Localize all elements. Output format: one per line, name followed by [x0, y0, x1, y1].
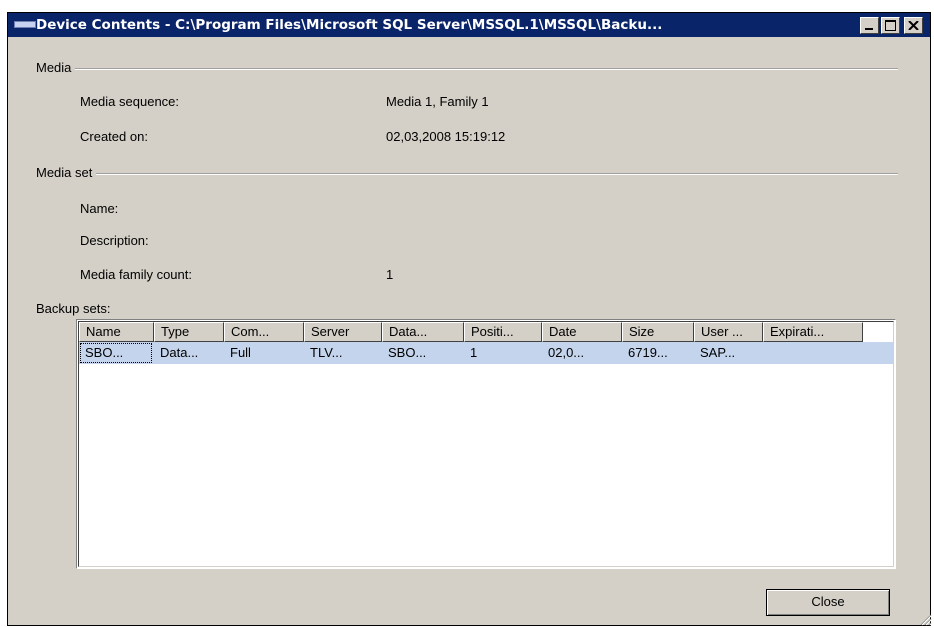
column-header[interactable]: User ...	[694, 322, 763, 342]
media-group: Media	[36, 59, 900, 77]
media-group-label: Media	[36, 59, 76, 77]
minimize-icon[interactable]	[860, 17, 879, 34]
column-header[interactable]: Server	[304, 322, 382, 342]
column-header[interactable]: Name	[79, 322, 154, 342]
media-family-count-label: Media family count:	[80, 267, 192, 282]
table-cell: 1	[470, 345, 478, 360]
column-header[interactable]: Type	[154, 322, 224, 342]
window-icon	[14, 21, 36, 28]
column-header[interactable]: Date	[542, 322, 622, 342]
column-header[interactable]: Data...	[382, 322, 464, 342]
table-cell: TLV...	[310, 345, 343, 360]
table-cell: Data...	[160, 345, 199, 360]
media-set-group-label: Media set	[36, 164, 97, 182]
media-group-divider	[36, 68, 898, 70]
column-header[interactable]: Expirati...	[763, 322, 863, 342]
list-header: Name Type Com... Server Data... Positi... Date…	[79, 322, 893, 342]
title-bar[interactable]: Device Contents - C:\Program Files\Micro…	[8, 13, 930, 37]
table-cell: SBO...	[85, 345, 124, 360]
media-set-group-divider	[36, 173, 898, 175]
media-set-group: Media set	[36, 164, 900, 182]
window-title: Device Contents - C:\Program Files\Micro…	[36, 17, 663, 33]
close-button[interactable]: Close	[766, 589, 890, 616]
backup-sets-list[interactable]: Name Type Com... Server Data... Positi... Date…	[76, 319, 896, 569]
created-on-label: Created on:	[80, 129, 148, 144]
column-header[interactable]: Size	[622, 322, 694, 342]
media-sequence-label: Media sequence:	[80, 94, 180, 109]
column-header[interactable]: Com...	[224, 322, 304, 342]
table-cell: SAP...	[700, 345, 736, 360]
resize-grip-icon[interactable]	[918, 612, 932, 626]
table-cell: 6719...	[628, 345, 668, 360]
table-cell: Full	[230, 345, 251, 360]
media-sequence-value: Media 1, Family 1	[386, 94, 489, 109]
table-cell	[763, 342, 863, 364]
created-on-value: 02,03,2008 15:19:12	[386, 129, 506, 144]
column-header[interactable]: Positi...	[464, 322, 542, 342]
table-row[interactable]: SBO... Data... Full TLV... SBO... 1 02,0... 671…	[79, 342, 893, 364]
close-icon[interactable]	[904, 17, 923, 34]
table-cell: SBO...	[388, 345, 427, 360]
backup-sets-label: Backup sets:	[36, 301, 111, 316]
media-set-description-label: Description:	[80, 233, 149, 248]
media-family-count-value: 1	[386, 267, 394, 282]
backup-sets-list-body: Name Type Com... Server Data... Positi... Date…	[78, 321, 894, 567]
media-set-name-label: Name:	[80, 201, 119, 216]
table-cell: 02,0...	[548, 345, 585, 360]
maximize-icon[interactable]	[881, 17, 900, 34]
